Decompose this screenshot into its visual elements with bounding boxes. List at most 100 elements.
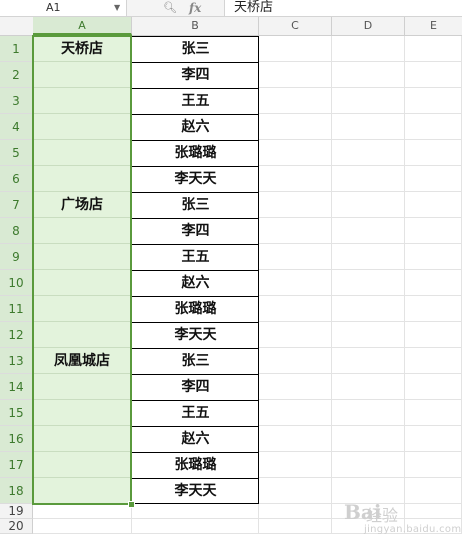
row-header-6[interactable]: 6 xyxy=(0,166,33,192)
row-header-15[interactable]: 15 xyxy=(0,400,33,426)
cell-a14[interactable] xyxy=(33,374,132,400)
row-header-5[interactable]: 5 xyxy=(0,140,33,166)
row-header-12[interactable]: 12 xyxy=(0,322,33,348)
cell-a3[interactable] xyxy=(33,88,132,114)
cell-c5[interactable] xyxy=(259,140,332,166)
formula-input[interactable]: 天桥店 xyxy=(234,0,273,16)
row-header-9[interactable]: 9 xyxy=(0,244,33,270)
cell-e5[interactable] xyxy=(405,140,462,166)
row-header-2[interactable]: 2 xyxy=(0,62,33,88)
cell-e7[interactable] xyxy=(405,192,462,218)
row-header-7[interactable]: 7 xyxy=(0,192,33,218)
cell-c18[interactable] xyxy=(259,478,332,504)
cell-a9[interactable] xyxy=(33,244,132,270)
cell-a17[interactable] xyxy=(33,452,132,478)
cell-a20[interactable] xyxy=(33,519,132,534)
column-header-c[interactable]: C xyxy=(259,17,332,35)
cell-e11[interactable] xyxy=(405,296,462,322)
cell-a5[interactable] xyxy=(33,140,132,166)
cell-a19[interactable] xyxy=(33,504,132,519)
cell-d6[interactable] xyxy=(332,166,405,192)
cell-a16[interactable] xyxy=(33,426,132,452)
row-header-10[interactable]: 10 xyxy=(0,270,33,296)
cell-c12[interactable] xyxy=(259,322,332,348)
cell-d15[interactable] xyxy=(332,400,405,426)
cell-c13[interactable] xyxy=(259,348,332,374)
cell-a11[interactable] xyxy=(33,296,132,322)
column-header-e[interactable]: E xyxy=(405,17,462,35)
cell-c15[interactable] xyxy=(259,400,332,426)
cell-e9[interactable] xyxy=(405,244,462,270)
cell-d4[interactable] xyxy=(332,114,405,140)
cell-e13[interactable] xyxy=(405,348,462,374)
row-header-18[interactable]: 18 xyxy=(0,478,33,504)
fill-handle[interactable] xyxy=(128,501,135,508)
row-header-8[interactable]: 8 xyxy=(0,218,33,244)
row-header-17[interactable]: 17 xyxy=(0,452,33,478)
cell-d12[interactable] xyxy=(332,322,405,348)
cell-d13[interactable] xyxy=(332,348,405,374)
cell-d8[interactable] xyxy=(332,218,405,244)
cell-e16[interactable] xyxy=(405,426,462,452)
row-header-3[interactable]: 3 xyxy=(0,88,33,114)
cell-c1[interactable] xyxy=(259,36,332,62)
cell-b20[interactable] xyxy=(132,519,259,534)
cell-a18[interactable] xyxy=(33,478,132,504)
cell-c8[interactable] xyxy=(259,218,332,244)
chevron-down-icon[interactable]: ▼ xyxy=(114,0,120,16)
zoom-icon[interactable]: 🔍︎ xyxy=(163,0,177,16)
cell-d11[interactable] xyxy=(332,296,405,322)
cell-c10[interactable] xyxy=(259,270,332,296)
row-header-16[interactable]: 16 xyxy=(0,426,33,452)
cell-e2[interactable] xyxy=(405,62,462,88)
cell-e14[interactable] xyxy=(405,374,462,400)
cell-c7[interactable] xyxy=(259,192,332,218)
cell-a7[interactable]: 广场店 xyxy=(33,192,132,218)
cell-d16[interactable] xyxy=(332,426,405,452)
cell-e6[interactable] xyxy=(405,166,462,192)
row-header-19[interactable]: 19 xyxy=(0,504,33,519)
cell-e8[interactable] xyxy=(405,218,462,244)
cell-c20[interactable] xyxy=(259,519,332,534)
column-header-b[interactable]: B xyxy=(132,17,259,35)
cell-c4[interactable] xyxy=(259,114,332,140)
cell-d1[interactable] xyxy=(332,36,405,62)
cell-d7[interactable] xyxy=(332,192,405,218)
cell-d17[interactable] xyxy=(332,452,405,478)
cell-d14[interactable] xyxy=(332,374,405,400)
column-header-d[interactable]: D xyxy=(332,17,405,35)
cell-d10[interactable] xyxy=(332,270,405,296)
select-all-corner[interactable] xyxy=(0,17,34,35)
column-header-a[interactable]: A xyxy=(33,17,132,35)
row-header-20[interactable]: 20 xyxy=(0,519,33,534)
cell-d3[interactable] xyxy=(332,88,405,114)
row-header-14[interactable]: 14 xyxy=(0,374,33,400)
name-box[interactable]: A1 ▼ xyxy=(0,0,127,16)
row-header-11[interactable]: 11 xyxy=(0,296,33,322)
cell-a13[interactable]: 凤凰城店 xyxy=(33,348,132,374)
cell-a8[interactable] xyxy=(33,218,132,244)
cell-e17[interactable] xyxy=(405,452,462,478)
cell-c16[interactable] xyxy=(259,426,332,452)
cell-a10[interactable] xyxy=(33,270,132,296)
cell-e1[interactable] xyxy=(405,36,462,62)
row-header-13[interactable]: 13 xyxy=(0,348,33,374)
cell-c17[interactable] xyxy=(259,452,332,478)
cell-a4[interactable] xyxy=(33,114,132,140)
cell-e4[interactable] xyxy=(405,114,462,140)
cell-c9[interactable] xyxy=(259,244,332,270)
cell-e15[interactable] xyxy=(405,400,462,426)
cell-a12[interactable] xyxy=(33,322,132,348)
cell-b19[interactable] xyxy=(132,504,259,519)
cell-d2[interactable] xyxy=(332,62,405,88)
cell-c2[interactable] xyxy=(259,62,332,88)
row-header-4[interactable]: 4 xyxy=(0,114,33,140)
cell-a15[interactable] xyxy=(33,400,132,426)
cell-d5[interactable] xyxy=(332,140,405,166)
cell-e10[interactable] xyxy=(405,270,462,296)
cell-c19[interactable] xyxy=(259,504,332,519)
row-header-1[interactable]: 1 xyxy=(0,36,33,62)
cell-a6[interactable] xyxy=(33,166,132,192)
cell-c3[interactable] xyxy=(259,88,332,114)
cell-c11[interactable] xyxy=(259,296,332,322)
